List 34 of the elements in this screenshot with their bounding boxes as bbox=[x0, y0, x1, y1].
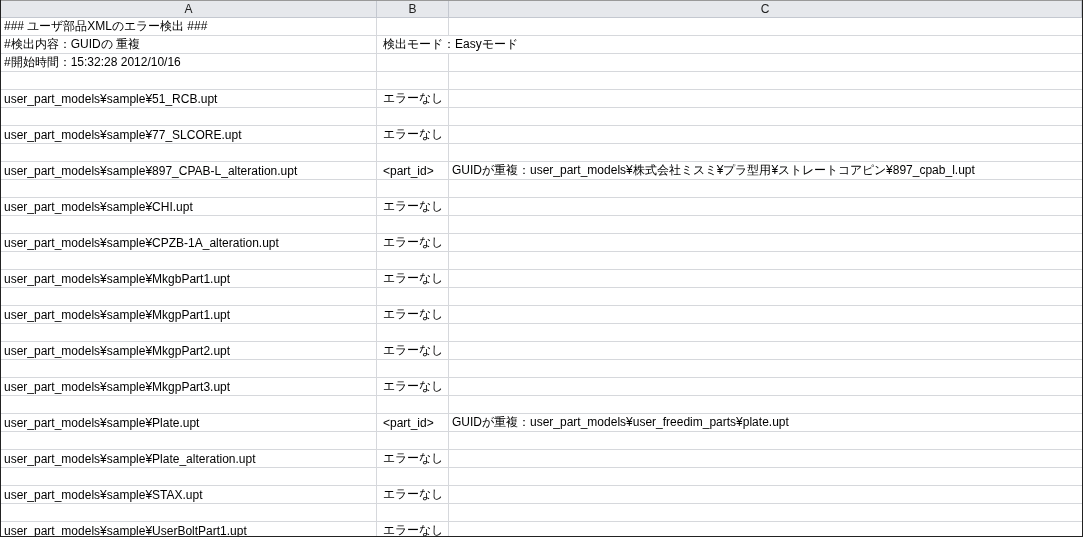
cell-text: user_part_models¥sample¥Plate_alteration.upt bbox=[4, 451, 256, 466]
cell-text: GUIDが重複：user_part_models¥user_freedim_parts¥plate.upt bbox=[452, 414, 789, 431]
column-header[interactable]: A bbox=[1, 1, 377, 18]
cell-text: <part_id> bbox=[383, 415, 434, 430]
cell-text: user_part_models¥sample¥MkgpPart3.upt bbox=[4, 379, 231, 394]
cell-text: <part_id> bbox=[383, 163, 434, 178]
cell-text: #検出内容：GUIDの 重複 bbox=[4, 36, 140, 53]
cell-text: user_part_models¥sample¥77_SLCORE.upt bbox=[4, 127, 242, 142]
cell-text: user_part_models¥sample¥CPZB-1A_alteration.upt bbox=[4, 235, 279, 250]
cell-text: GUIDが重複：user_part_models¥株式会社ミスミ¥プラ型用¥ストレートコアピン¥897_cpab_l.upt bbox=[452, 162, 975, 179]
column-header[interactable]: B bbox=[377, 1, 449, 18]
cell-text: user_part_models¥sample¥897_CPAB-L_alteration.upt bbox=[4, 163, 298, 178]
cell-text: 検出モード：Easyモード bbox=[383, 36, 518, 53]
cell-text: エラーなし bbox=[383, 378, 443, 395]
cell-text: エラーなし bbox=[383, 198, 443, 215]
cell-text: user_part_models¥sample¥MkgpPart1.upt bbox=[4, 307, 231, 322]
cell-text: エラーなし bbox=[383, 486, 443, 503]
cell-text: エラーなし bbox=[383, 90, 443, 107]
cell-text: user_part_models¥sample¥CHI.upt bbox=[4, 199, 193, 214]
cell-text: エラーなし bbox=[383, 126, 443, 143]
cell-text: user_part_models¥sample¥MkgbPart1.upt bbox=[4, 271, 231, 286]
column-header[interactable]: C bbox=[449, 1, 1082, 18]
cell-text: user_part_models¥sample¥STAX.upt bbox=[4, 487, 203, 502]
cell-text: エラーなし bbox=[383, 450, 443, 467]
cell-text: エラーなし bbox=[383, 270, 443, 287]
cell-text: エラーなし bbox=[383, 306, 443, 323]
cell-text: user_part_models¥sample¥Plate.upt bbox=[4, 415, 200, 430]
cell-text: user_part_models¥sample¥51_RCB.upt bbox=[4, 91, 218, 106]
cell-text: #開始時間：15:32:28 2012/10/16 bbox=[4, 54, 181, 71]
cell-text: ### ユーザ部品XMLのエラー検出 ### bbox=[4, 18, 208, 35]
cell-text: user_part_models¥sample¥MkgpPart2.upt bbox=[4, 343, 231, 358]
cell-text: エラーなし bbox=[383, 342, 443, 359]
cell-text: エラーなし bbox=[383, 522, 443, 536]
cell-text: エラーなし bbox=[383, 234, 443, 251]
